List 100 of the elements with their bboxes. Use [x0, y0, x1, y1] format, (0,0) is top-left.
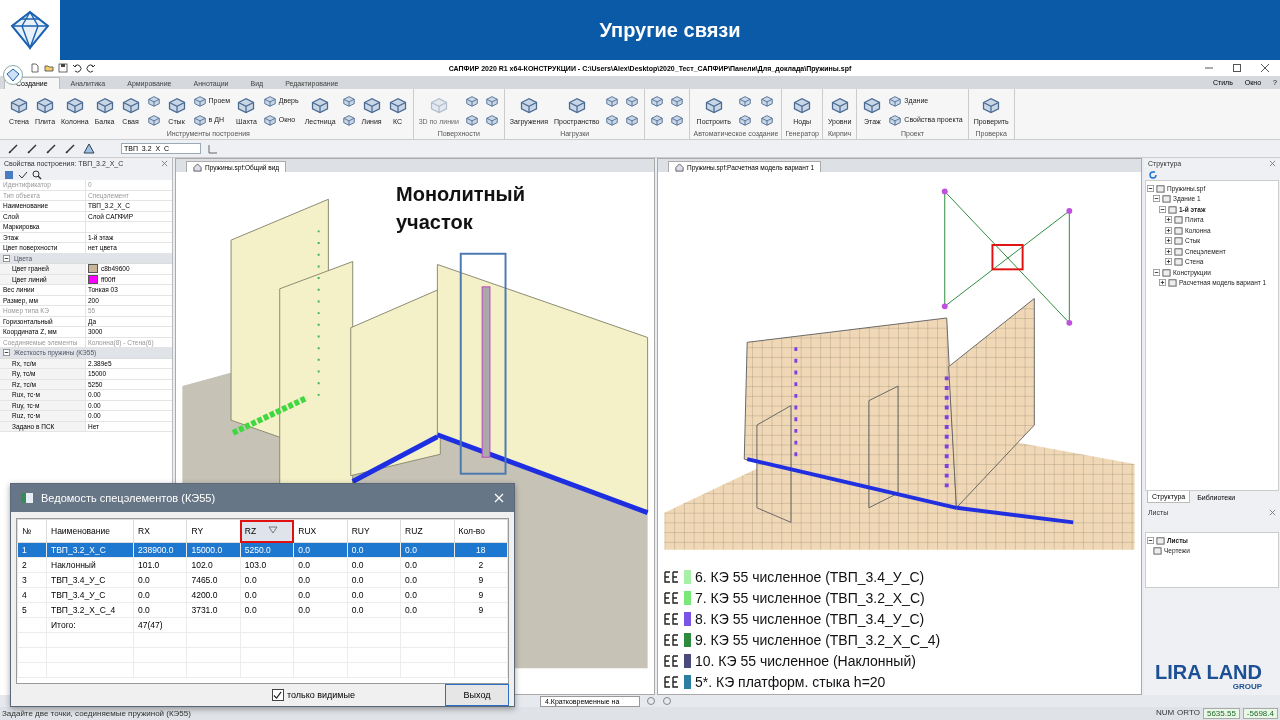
- column-header[interactable]: №: [17, 519, 47, 543]
- column-header[interactable]: Наименование: [46, 519, 134, 543]
- column-header[interactable]: RZ: [240, 519, 294, 543]
- toolbar-button[interactable]: [6, 141, 20, 156]
- expand-icon[interactable]: [1165, 216, 1172, 224]
- maximize-icon[interactable]: [1232, 63, 1242, 73]
- collapse-icon[interactable]: [1153, 268, 1160, 276]
- element-type-icon: [664, 674, 680, 689]
- block-icon: [760, 112, 775, 127]
- table-cell: 9: [454, 572, 508, 588]
- close-icon[interactable]: [1260, 63, 1270, 73]
- block-icon: [829, 95, 850, 115]
- block-icon: [464, 93, 479, 108]
- block-icon: [625, 93, 640, 108]
- block-icon: [262, 112, 277, 127]
- block-icon: [484, 112, 499, 127]
- slide-title: Упругие связи: [599, 18, 741, 42]
- folder-icon[interactable]: [44, 63, 54, 73]
- block-icon: [146, 112, 161, 127]
- toolbar-button[interactable]: [44, 141, 58, 156]
- collapse-icon[interactable]: [1159, 205, 1166, 213]
- cone-icon: [83, 142, 95, 155]
- toolbar-button[interactable]: [82, 141, 96, 156]
- expand-icon[interactable]: [1165, 258, 1172, 266]
- column-header[interactable]: RUZ: [400, 519, 455, 543]
- table-cell: ТВП_3.4_У_С: [46, 587, 134, 603]
- pencil-line-icon: [45, 142, 57, 155]
- column-header[interactable]: RY: [186, 519, 241, 543]
- expand-icon[interactable]: [1165, 226, 1172, 234]
- collapse-icon[interactable]: [3, 254, 10, 262]
- block-icon: [605, 112, 620, 127]
- block-icon: [650, 112, 665, 127]
- axes-icon: [207, 142, 219, 155]
- table-cell: 2: [454, 557, 508, 573]
- block-icon: [566, 95, 587, 115]
- close-icon[interactable]: [1269, 509, 1276, 516]
- node-icon: [1156, 535, 1165, 545]
- collapse-icon[interactable]: [1153, 195, 1160, 203]
- collapse-icon[interactable]: [1147, 184, 1154, 192]
- block-icon: [387, 95, 408, 115]
- annotation-text: Монолитный участок: [396, 182, 526, 235]
- table-icon: [21, 493, 33, 503]
- refresh-icon[interactable]: [1148, 169, 1158, 180]
- block-icon: [888, 112, 903, 127]
- table-cell: 9: [454, 602, 508, 618]
- table-cell: 0.0: [400, 587, 455, 603]
- table-cell: 9: [454, 587, 508, 603]
- block-icon: [361, 95, 382, 115]
- table-cell: 4200.0: [186, 587, 241, 603]
- table-cell: 5: [17, 602, 47, 618]
- status-indicator: ORTO: [1177, 708, 1200, 719]
- block-icon: [464, 112, 479, 127]
- legend-label: 8. КЭ 55 численное (ТВП_3.4_У_С): [695, 610, 925, 627]
- collapse-icon[interactable]: [1147, 536, 1154, 544]
- pencil-line-icon: [64, 142, 76, 155]
- legend-label: 6. КЭ 55 численное (ТВП_3.4_У_С): [695, 568, 925, 585]
- legend-label: 10. КЭ 55 численное (Наклонный): [695, 652, 916, 669]
- table-cell: 2: [17, 557, 47, 573]
- table-cell: ТВП_3.2_Х_С_4: [46, 602, 134, 618]
- block-icon: [670, 112, 685, 127]
- new-file-icon[interactable]: [30, 63, 40, 73]
- collapse-icon[interactable]: [3, 349, 10, 357]
- table-cell: 0.0: [347, 602, 401, 618]
- save-icon[interactable]: [58, 63, 68, 73]
- block-icon: [9, 95, 29, 115]
- expand-icon[interactable]: [1165, 237, 1172, 245]
- column-header[interactable]: RUX: [293, 519, 348, 543]
- block-icon: [262, 93, 277, 108]
- block-icon: [792, 95, 813, 115]
- redo-icon[interactable]: [86, 63, 96, 73]
- toolbar-button[interactable]: [63, 141, 77, 156]
- expand-icon[interactable]: [1165, 247, 1172, 255]
- column-header[interactable]: Кол-во: [454, 519, 508, 543]
- table-cell: 102.0: [186, 557, 241, 573]
- checkbox[interactable]: [271, 689, 284, 701]
- legend-label: 9. КЭ 55 численное (ТВП_3.2_Х_С_4): [695, 631, 941, 648]
- toolbar-button[interactable]: [25, 141, 39, 156]
- element-type-icon: [664, 569, 680, 584]
- column-header[interactable]: RUY: [347, 519, 401, 543]
- table-cell: 0.0: [293, 572, 348, 588]
- column-header[interactable]: RX: [133, 519, 187, 543]
- search-icon[interactable]: [32, 169, 42, 180]
- block-icon: [341, 93, 356, 108]
- sort-arrow-icon: [268, 526, 279, 534]
- dialog-title: Ведомость спецэлементов (КЭ55): [41, 492, 217, 504]
- table-cell: 0.0: [133, 572, 187, 588]
- checkmark-icon: [273, 690, 283, 700]
- brand-subtitle: GROUP: [1232, 682, 1262, 691]
- undo-icon[interactable]: [72, 63, 82, 73]
- expand-icon[interactable]: [1159, 279, 1166, 287]
- block-icon: [35, 95, 55, 115]
- check-icon[interactable]: [18, 169, 28, 180]
- block-icon: [737, 93, 752, 108]
- block-icon: [670, 93, 685, 108]
- close-icon[interactable]: [161, 160, 168, 167]
- exit-button[interactable]: Выход: [445, 684, 509, 706]
- close-icon[interactable]: [1269, 160, 1276, 167]
- table-cell: 7465.0: [186, 572, 241, 588]
- block-icon: [760, 93, 775, 108]
- pencil-line-icon: [26, 142, 38, 155]
